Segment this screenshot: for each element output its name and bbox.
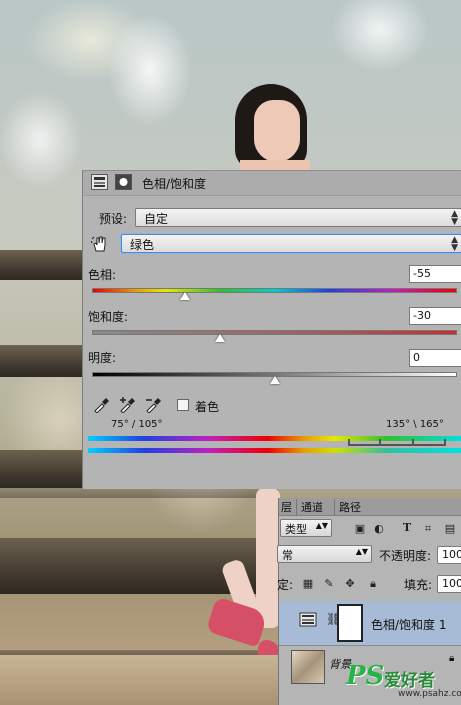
adjustment-filter-icon[interactable]: ◐ xyxy=(373,523,385,534)
hue-label: 色相: xyxy=(88,268,117,282)
layer-filter-value: 类型 xyxy=(285,523,307,536)
lightness-input[interactable]: 0 xyxy=(409,349,461,367)
saturation-input[interactable]: -30 xyxy=(409,307,461,325)
lightness-label: 明度: xyxy=(88,351,117,365)
saturation-slider-track[interactable] xyxy=(92,330,457,335)
colorize-checkbox[interactable] xyxy=(177,399,189,411)
lock-label: 定: xyxy=(277,578,294,592)
adjustment-layer-thumbnail xyxy=(297,608,319,630)
updown-arrow-icon: ▲▼ xyxy=(355,547,368,556)
blend-mode-value: 常 xyxy=(282,549,293,562)
opacity-label: 不透明度: xyxy=(379,549,432,563)
fence-rail xyxy=(0,250,82,280)
hue-slider-thumb[interactable] xyxy=(180,292,190,300)
layer-name: 色相/饱和度 1 xyxy=(371,618,447,632)
lock-transparent-icon[interactable]: ▦ xyxy=(302,578,314,589)
image-filter-icon[interactable]: ▣ xyxy=(354,523,366,534)
targeted-adjustment-hand-icon[interactable] xyxy=(90,235,109,253)
colorize-label: 着色 xyxy=(195,400,220,414)
fill-input[interactable]: 100° xyxy=(437,575,461,593)
lock-position-icon[interactable]: ✥ xyxy=(344,578,356,589)
fence-rail xyxy=(0,450,82,488)
source-color-bar xyxy=(88,436,461,441)
hue-input[interactable]: -55 xyxy=(409,265,461,283)
blend-mode-dropdown[interactable]: 常 ▲▼ xyxy=(277,545,372,563)
site-watermark: PS 爱好者 www.psahz.com xyxy=(338,659,461,705)
smart-object-filter-icon[interactable]: ▤ xyxy=(444,523,456,534)
fill-label: 填充: xyxy=(404,578,433,592)
panel-header: 色相/饱和度 xyxy=(83,171,461,196)
fence-rail xyxy=(0,538,258,594)
lightness-slider-thumb[interactable] xyxy=(270,376,280,384)
mask-icon[interactable] xyxy=(115,174,132,190)
range-indicator xyxy=(350,444,446,446)
eyedropper-minus-icon[interactable] xyxy=(144,397,162,414)
range-right-value: 135° \ 165° xyxy=(386,419,444,430)
background-layer-thumbnail xyxy=(291,650,325,684)
model-face xyxy=(254,100,300,162)
adjustment-icon[interactable] xyxy=(91,174,108,190)
watermark-url: www.psahz.com xyxy=(398,689,461,699)
lock-image-icon[interactable]: ✎ xyxy=(323,578,335,589)
fill-value: 100° xyxy=(442,577,461,590)
type-filter-icon[interactable]: T xyxy=(401,522,413,533)
hue-slider-track[interactable] xyxy=(92,288,457,293)
opacity-input[interactable]: 100° xyxy=(437,546,461,564)
tab-layers[interactable]: 层 xyxy=(277,499,296,515)
range-left-value: 75° / 105° xyxy=(111,419,163,430)
layers-tab-bar: 层 通道 路径 xyxy=(279,498,461,516)
hue-saturation-panel: 色相/饱和度 预设: 自定 ▲ ▼ 绿色 ▲ ▼ 色相: -55 饱和度: -30 … xyxy=(82,170,461,489)
updown-arrow-icon: ▲▼ xyxy=(451,235,458,253)
opacity-value: 100° xyxy=(442,548,461,561)
eyedropper-plus-icon[interactable] xyxy=(118,397,136,414)
lock-all-icon[interactable]: 🔒︎ xyxy=(367,578,379,589)
eyedropper-icon[interactable] xyxy=(92,397,110,414)
watermark-brand-text: 爱好者 xyxy=(384,671,435,691)
fence-rail xyxy=(0,488,278,498)
preset-value: 自定 xyxy=(144,212,169,226)
shape-filter-icon[interactable]: ⌗ xyxy=(422,523,434,534)
tab-paths[interactable]: 路径 xyxy=(334,499,365,515)
channel-value: 绿色 xyxy=(130,238,155,252)
layer-row-hue-saturation[interactable]: ⛓ 色相/饱和度 1 xyxy=(279,601,461,646)
saturation-label: 饱和度: xyxy=(88,310,129,324)
tab-channels[interactable]: 通道 xyxy=(296,499,327,515)
updown-arrow-icon: ▲▼ xyxy=(315,521,328,530)
panel-title: 色相/饱和度 xyxy=(142,177,207,191)
channel-dropdown[interactable]: 绿色 ▲ ▼ xyxy=(121,234,461,253)
saturation-slider-thumb[interactable] xyxy=(215,334,225,342)
result-color-bar xyxy=(88,448,461,453)
fence-rail xyxy=(0,345,82,377)
layer-mask-thumbnail[interactable] xyxy=(337,604,363,642)
preset-dropdown[interactable]: 自定 ▲ ▼ xyxy=(135,208,461,227)
layer-filter-dropdown[interactable]: 类型 ▲▼ xyxy=(280,519,332,537)
updown-arrow-icon: ▲▼ xyxy=(451,209,458,227)
watermark-logo: PS xyxy=(346,661,385,691)
preset-label: 预设: xyxy=(99,212,128,226)
